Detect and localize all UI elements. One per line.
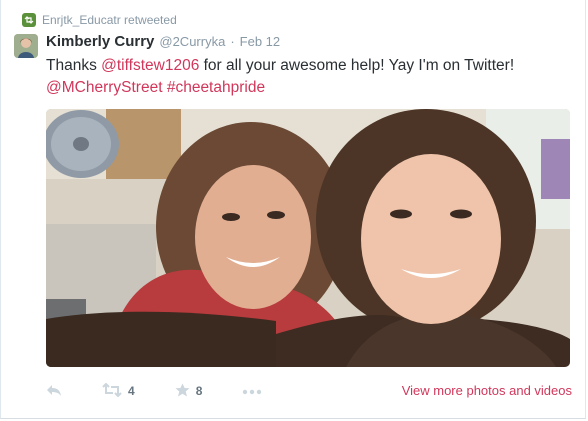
author-name[interactable]: Kimberly Curry — [46, 33, 154, 50]
retweet-icon — [102, 382, 122, 400]
retweet-context: Enrjtk_Educatr retweeted — [22, 12, 177, 28]
hashtag-link[interactable]: #cheetahpride — [167, 79, 265, 96]
tweet-text: Thanks @tiffstew1206 for all your awesom… — [46, 55, 576, 99]
tweet-text-part: for all your awesome help! Yay I'm on Tw… — [199, 57, 515, 74]
more-icon — [242, 384, 262, 398]
separator: · — [230, 34, 235, 49]
reply-icon — [46, 383, 62, 400]
mention-link[interactable]: @MCherryStreet — [46, 79, 163, 96]
favorite-count: 8 — [195, 384, 203, 398]
more-button[interactable] — [242, 384, 262, 398]
retweet-icon — [22, 13, 36, 27]
tweet-timestamp[interactable]: Feb 12 — [240, 34, 280, 49]
retweet-context-text[interactable]: Enrjtk_Educatr retweeted — [42, 13, 177, 27]
reply-button[interactable] — [46, 383, 62, 400]
favorite-button[interactable]: 8 — [175, 383, 203, 400]
avatar[interactable] — [14, 34, 38, 58]
star-icon — [175, 383, 190, 400]
retweet-count: 4 — [128, 384, 135, 398]
tweet-text-part: Thanks — [46, 57, 102, 74]
retweet-button[interactable]: 4 — [102, 382, 135, 400]
mention-link[interactable]: @tiffstew1206 — [101, 57, 199, 74]
tweet-header: Kimberly Curry @2Curryka · Feb 12 — [46, 33, 280, 51]
author-handle[interactable]: @2Curryka — [159, 34, 225, 49]
tweet-photo[interactable] — [46, 109, 570, 367]
view-more-photos-link[interactable]: View more photos and videos — [402, 383, 572, 398]
